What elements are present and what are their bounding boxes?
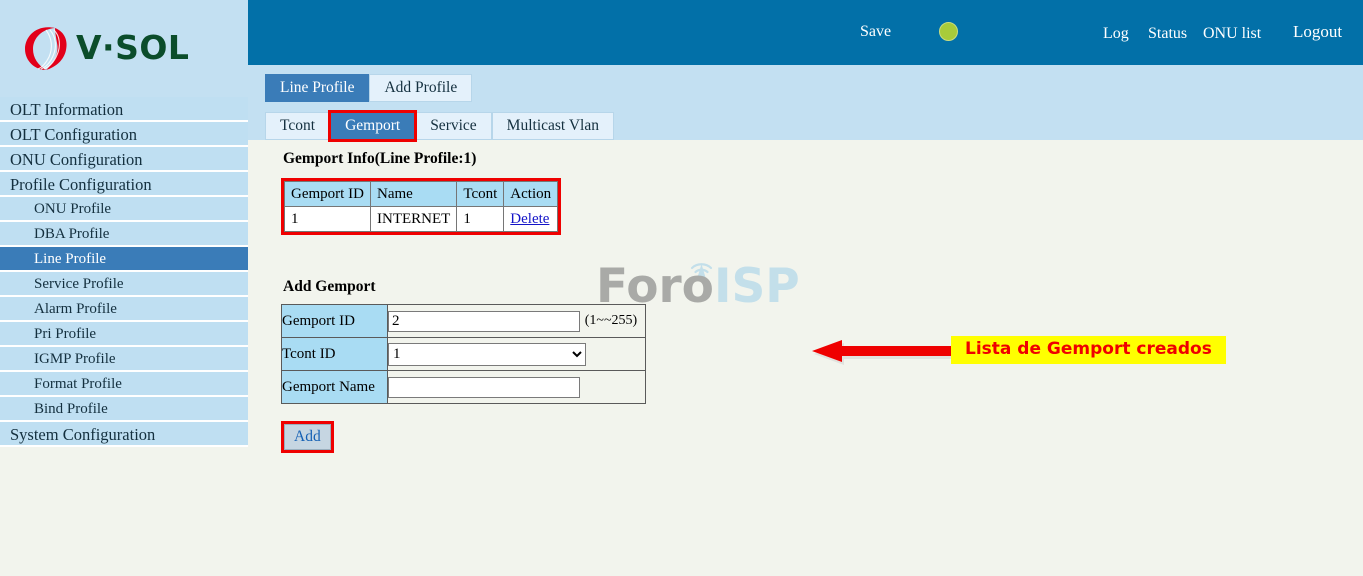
add-gemport-form: Gemport ID (1~~255) Tcont ID 1 Gemport N… [281,304,646,404]
vsol-flame-logo-icon [25,27,67,70]
sidebar-item-profile-configuration[interactable]: Profile Configuration [0,172,248,197]
log-link[interactable]: Log [1103,25,1129,43]
label-gemport-id: Gemport ID [281,304,388,338]
logout-link[interactable]: Logout [1293,22,1342,42]
sidebar-item-onu-profile[interactable]: ONU Profile [0,197,248,222]
brand-header: V·SOL [0,0,248,97]
tab-service[interactable]: Service [415,112,492,140]
tab-multicast-vlan[interactable]: Multicast Vlan [491,112,614,140]
column-header-gemport-id: Gemport ID [284,181,371,207]
top-header-bar: Save Log Status ONU list Logout [248,0,1363,65]
add-gemport-fields-table: Gemport ID (1~~255) Tcont ID 1 Gemport N… [281,304,646,404]
add-button-highlight: Add [281,421,334,453]
sidebar-item-service-profile[interactable]: Service Profile [0,272,248,297]
save-button[interactable]: Save [860,23,891,41]
sidebar-item-dba-profile[interactable]: DBA Profile [0,222,248,247]
add-button[interactable]: Add [284,424,331,450]
tab-line-profile[interactable]: Line Profile [265,74,370,102]
sidebar-item-pri-profile[interactable]: Pri Profile [0,322,248,347]
sidebar-item-bind-profile[interactable]: Bind Profile [0,397,248,422]
gemport-info-title: Gemport Info(Line Profile:1) [283,150,477,167]
sidebar-item-olt-configuration[interactable]: OLT Configuration [0,122,248,147]
tab-gemport[interactable]: Gemport [328,110,418,142]
status-link[interactable]: Status [1148,25,1187,43]
field-row-gemport-id: Gemport ID (1~~255) [281,304,646,338]
add-gemport-title: Add Gemport [283,278,376,295]
cell-action: Delete [503,206,559,232]
sidebar-item-line-profile[interactable]: Line Profile [0,247,248,272]
tab-tcont[interactable]: Tcont [265,112,331,140]
onu-list-link[interactable]: ONU list [1203,25,1261,43]
left-arrow-annotation-icon [812,340,956,365]
field-row-tcont-id: Tcont ID 1 [281,337,646,371]
foroisp-watermark: ForoISP [596,250,800,312]
page-root: V·SOL OLT Information OLT Configuration ON… [0,0,1363,576]
tcont-id-select[interactable]: 1 [388,342,586,366]
primary-tabs: Line Profile Add Profile [265,74,473,102]
sidebar-item-format-profile[interactable]: Format Profile [0,372,248,397]
cell-gemport-id: 1 [284,206,371,232]
gemport-id-range-hint: (1~~255) [584,313,638,328]
cell-name: INTERNET [369,206,458,232]
gemport-name-input[interactable] [388,376,580,398]
column-header-action: Action [503,181,559,207]
column-header-tcont: Tcont [456,181,505,207]
delete-link[interactable]: Delete [510,211,549,227]
table-header-row: Gemport ID Name Tcont Action [284,181,559,207]
sidebar-item-system-configuration[interactable]: System Configuration [0,422,248,447]
label-gemport-name: Gemport Name [281,370,388,404]
sidebar: V·SOL OLT Information OLT Configuration ON… [0,0,248,576]
column-header-name: Name [369,181,458,207]
brand-name: V·SOL [76,27,190,67]
sidebar-item-onu-configuration[interactable]: ONU Configuration [0,147,248,172]
tab-zone: Line Profile Add Profile Tcont Gemport Serv… [248,65,1363,142]
antenna-tower-icon [690,263,713,279]
gemport-info-table: Gemport ID Name Tcont Action 1 INTERNET … [284,181,559,232]
label-tcont-id: Tcont ID [281,337,388,371]
secondary-tabs: Tcont Gemport Service Multicast Vlan [265,110,614,142]
field-row-gemport-name: Gemport Name [281,370,646,404]
gemport-id-input[interactable] [388,310,580,332]
cell-tcont: 1 [456,206,505,232]
annotation-callout: Lista de Gemport creados [951,336,1226,364]
content-area: Gemport Info(Line Profile:1) Gemport ID … [248,140,1363,576]
table-row: 1 INTERNET 1 Delete [284,206,559,232]
sidebar-item-alarm-profile[interactable]: Alarm Profile [0,297,248,322]
sidebar-item-olt-information[interactable]: OLT Information [0,97,248,122]
watermark-part-b: ISP [713,259,800,314]
sidebar-menu: OLT Information OLT Configuration ONU Conf… [0,97,248,447]
brand-logo: V·SOL [22,22,189,72]
sidebar-item-igmp-profile[interactable]: IGMP Profile [0,347,248,372]
gemport-info-table-highlight: Gemport ID Name Tcont Action 1 INTERNET … [281,178,562,235]
tab-add-profile[interactable]: Add Profile [369,74,473,102]
status-indicator-circle-icon [939,22,958,41]
